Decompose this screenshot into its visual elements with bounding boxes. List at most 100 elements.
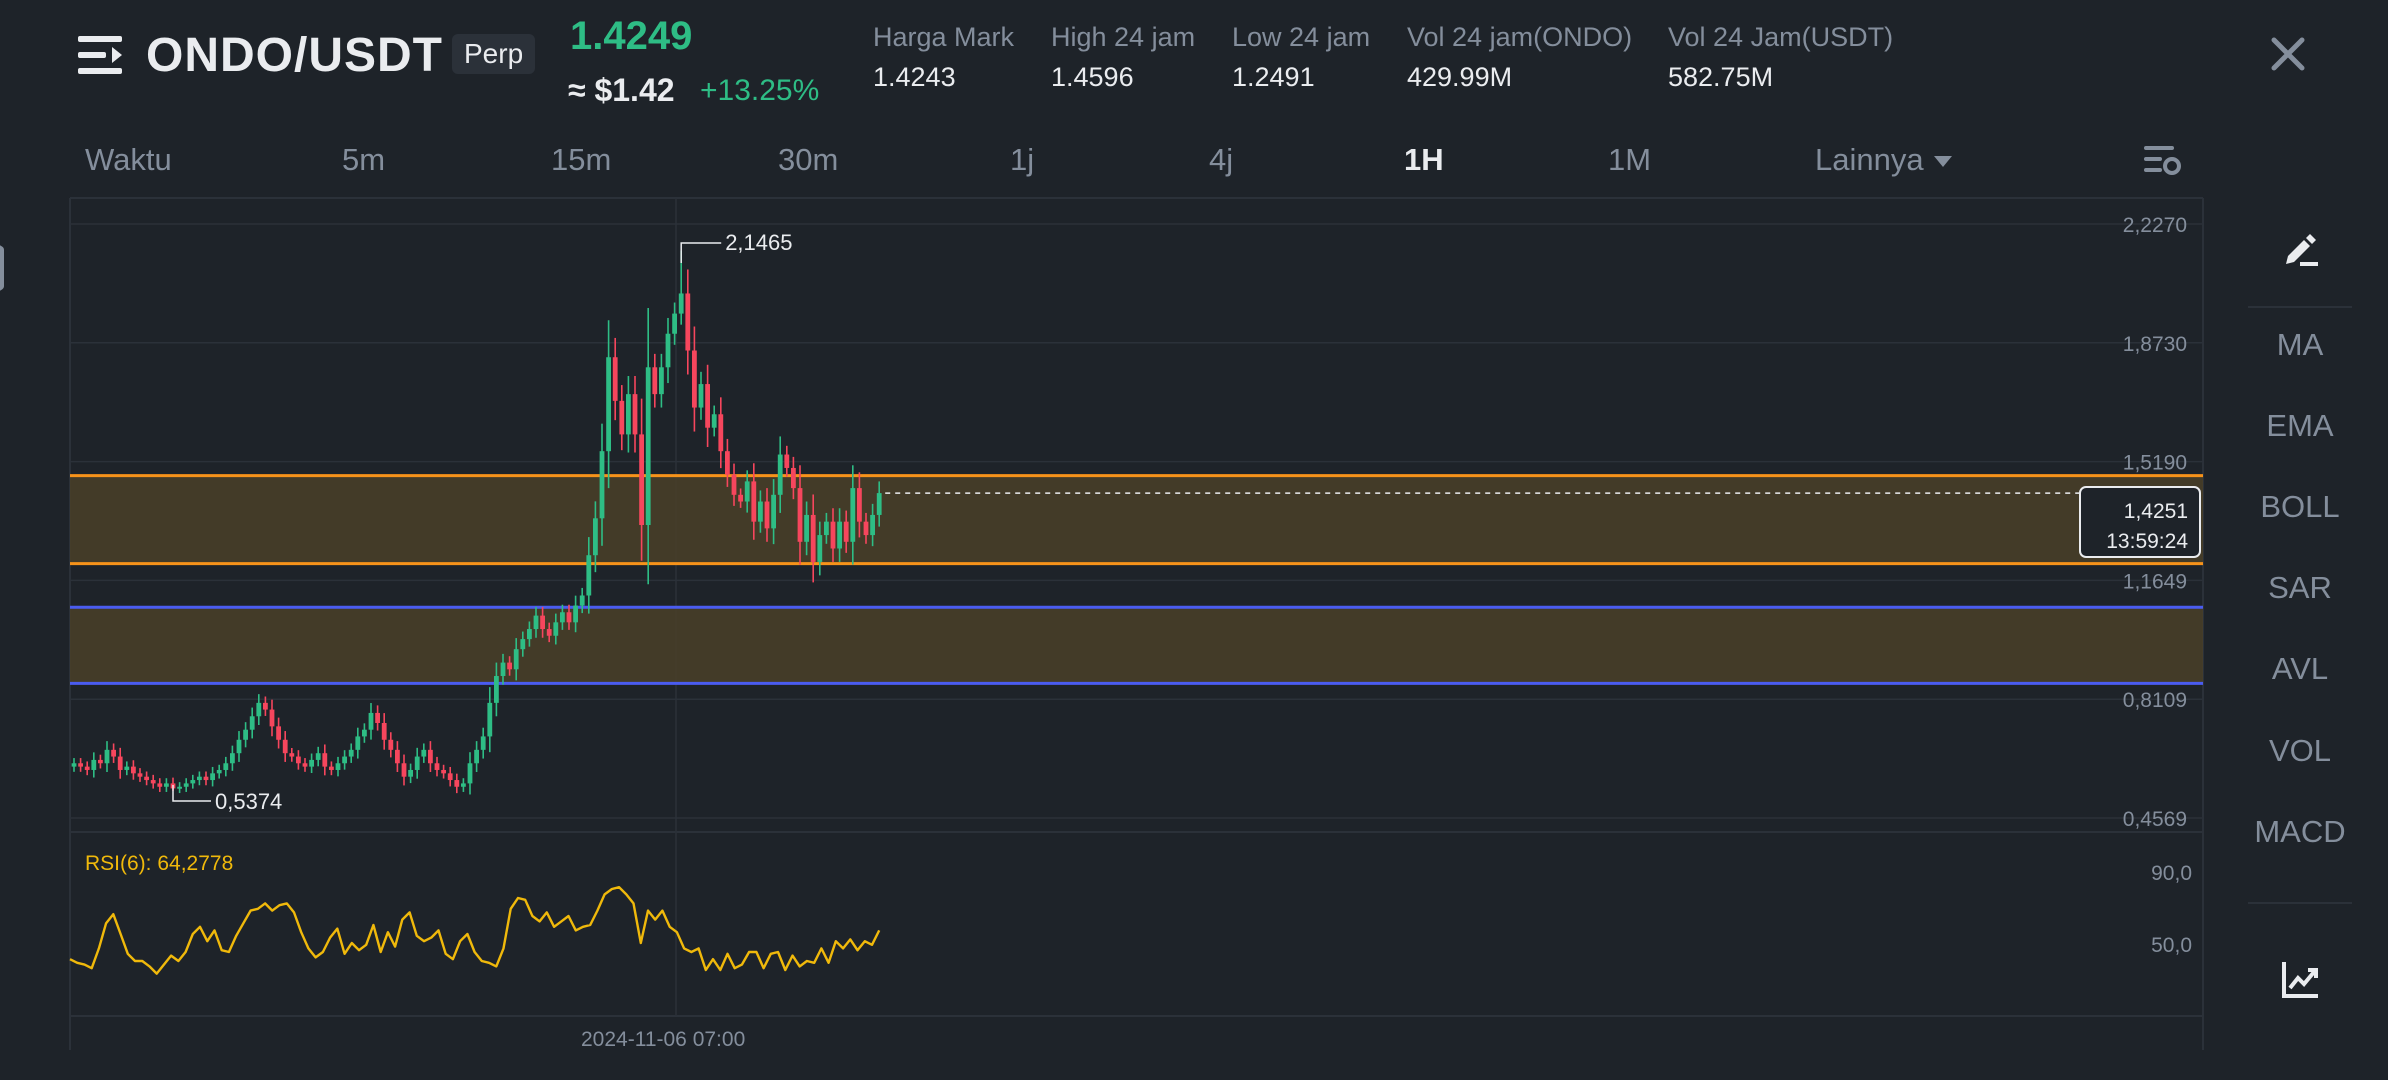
tab-1j[interactable]: 1j [1010, 142, 1034, 178]
candle-body [573, 605, 578, 623]
tab-30m[interactable]: 30m [778, 142, 838, 178]
candle-body [711, 414, 717, 428]
indicator-ema[interactable]: EMA [2254, 408, 2346, 444]
candle-body [566, 612, 572, 623]
candle-body [210, 773, 215, 781]
candle-body [810, 514, 816, 562]
indicator-boll[interactable]: BOLL [2254, 489, 2346, 525]
drawer-handle[interactable] [0, 220, 14, 316]
price-axis-tick: 0,8109 [2123, 689, 2187, 712]
high-marker-label: 2,1465 [725, 230, 792, 255]
candle-body [830, 521, 836, 549]
indicator-macd[interactable]: MACD [2254, 814, 2346, 850]
draw-pen-icon[interactable] [2280, 228, 2320, 268]
candle-body [791, 467, 796, 489]
indicator-sar[interactable]: SAR [2254, 570, 2346, 606]
candle-body [850, 488, 856, 542]
mark-price-value: 1.4243 [873, 62, 956, 92]
candle-body [718, 414, 724, 452]
candle-body [414, 756, 420, 770]
candle-body [652, 367, 658, 395]
candle-body [487, 702, 493, 737]
time-axis-label: 2024-11-06 07:00 [581, 1028, 745, 1051]
mark-price-label: Harga Mark [873, 22, 1015, 52]
candle-body [263, 702, 268, 710]
indicator-ma[interactable]: MA [2254, 327, 2346, 363]
candle-body [553, 622, 559, 636]
candle-body [137, 773, 143, 777]
vol-base-value: 429.99M [1407, 62, 1513, 92]
candle-body [183, 783, 189, 787]
chart-settings-icon[interactable] [2142, 142, 2182, 178]
candle-body [117, 756, 123, 770]
high-24h-label: High 24 jam [1051, 22, 1196, 52]
current-price-box: 1,4251 13:59:24 [2079, 486, 2201, 558]
candle-body [764, 501, 770, 529]
pair-title[interactable]: ONDO/USDT [146, 28, 443, 83]
candle-body [236, 739, 242, 754]
candle-body [355, 736, 361, 750]
countdown-label: 13:59:24 [2106, 530, 2188, 553]
trend-chart-icon[interactable] [2280, 960, 2320, 1000]
candle-body [494, 676, 499, 703]
candle-body [368, 712, 374, 730]
candle-body [322, 753, 328, 767]
candle-body [335, 763, 341, 770]
candle-body [500, 662, 506, 677]
candle-body [527, 629, 532, 640]
candle-body [843, 521, 849, 542]
menu-icon[interactable] [78, 34, 124, 76]
tab-more[interactable]: Lainnya [1815, 142, 1952, 178]
indicator-vol[interactable]: VOL [2254, 733, 2346, 769]
close-icon[interactable] [2268, 34, 2308, 74]
indicator-avl[interactable]: AVL [2254, 651, 2346, 687]
candle-body [216, 769, 222, 774]
tab-1h[interactable]: 1H [1404, 142, 1444, 178]
candle-body [857, 488, 862, 522]
candle-body [84, 766, 90, 770]
tab-1m[interactable]: 1M [1608, 142, 1651, 178]
candle-body [375, 712, 380, 723]
candle-body [467, 763, 473, 784]
price-axis-tick: 1,5190 [2123, 452, 2187, 475]
support-resistance-zones [70, 474, 2203, 685]
candle-body [474, 749, 479, 764]
candle-body [388, 739, 394, 750]
zone-fill [70, 475, 2203, 564]
candle-body [659, 367, 664, 395]
rsi-label: RSI(6): 64,2778 [85, 852, 233, 875]
candle-body [632, 394, 638, 435]
candle-body [672, 313, 677, 334]
candle-body [639, 434, 644, 526]
last-price: 1.4249 [570, 14, 693, 58]
tab-15m[interactable]: 15m [551, 142, 611, 178]
candle-body [685, 293, 691, 351]
candle-body [738, 494, 743, 502]
tab-time[interactable]: Waktu [85, 142, 172, 178]
price-axis-tick: 0,4569 [2123, 808, 2187, 831]
candle-body [619, 400, 625, 435]
low-24h-value: 1.2491 [1232, 62, 1315, 92]
tab-4j[interactable]: 4j [1209, 142, 1233, 178]
candle-body [203, 776, 209, 781]
candle-body [507, 662, 512, 670]
candle-body [362, 729, 367, 737]
candle-body [276, 726, 281, 740]
candle-body [71, 763, 77, 767]
candle-body [454, 780, 460, 787]
candle-body [256, 702, 262, 717]
tab-5m[interactable]: 5m [342, 142, 385, 178]
candle-body [758, 501, 763, 522]
candle-body [441, 769, 446, 774]
vol-quote-value: 582.75M [1668, 62, 1774, 92]
candle-body [223, 763, 229, 770]
candle-body [104, 749, 110, 764]
candle-body [302, 763, 308, 767]
low-24h-label: Low 24 jam [1232, 22, 1371, 52]
candle-body [190, 780, 196, 784]
candle-body [731, 474, 737, 495]
rsi-axis-tick: 90,0 [2151, 862, 2192, 885]
vol-quote-label: Vol 24 Jam(USDT) [1668, 22, 1894, 52]
candle-body [131, 766, 136, 774]
candle-body [817, 535, 823, 562]
